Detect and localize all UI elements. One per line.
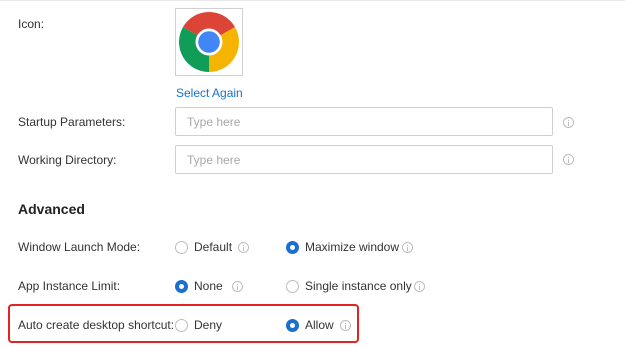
app-instance-limit-label: App Instance Limit: bbox=[18, 279, 121, 293]
working-directory-input[interactable] bbox=[175, 145, 553, 174]
instance-single-radio[interactable] bbox=[286, 280, 299, 293]
launch-maximize-label[interactable]: Maximize window bbox=[305, 240, 399, 254]
launch-maximize-radio[interactable] bbox=[286, 241, 299, 254]
startup-parameters-label: Startup Parameters: bbox=[18, 115, 126, 129]
instance-none-info-icon[interactable] bbox=[232, 281, 243, 292]
shortcut-allow-radio[interactable] bbox=[286, 319, 299, 332]
startup-info-icon[interactable] bbox=[563, 117, 574, 128]
launch-maximize-info-icon[interactable] bbox=[402, 242, 413, 253]
icon-preview[interactable] bbox=[175, 8, 243, 76]
instance-single-label[interactable]: Single instance only bbox=[305, 279, 412, 293]
launch-default-radio[interactable] bbox=[175, 241, 188, 254]
chrome-logo-icon bbox=[179, 12, 239, 72]
launch-default-label[interactable]: Default bbox=[194, 240, 232, 254]
launch-default-info-icon[interactable] bbox=[238, 242, 249, 253]
select-again-link[interactable]: Select Again bbox=[176, 86, 243, 100]
advanced-heading: Advanced bbox=[18, 201, 85, 217]
shortcut-allow-info-icon[interactable] bbox=[340, 320, 351, 331]
shortcut-allow-label[interactable]: Allow bbox=[305, 318, 334, 332]
shortcut-deny-label[interactable]: Deny bbox=[194, 318, 222, 332]
working-directory-info-icon[interactable] bbox=[563, 154, 574, 165]
instance-single-info-icon[interactable] bbox=[414, 281, 425, 292]
instance-none-label[interactable]: None bbox=[194, 279, 223, 293]
icon-label: Icon: bbox=[18, 17, 45, 31]
instance-none-radio[interactable] bbox=[175, 280, 188, 293]
desktop-shortcut-label: Auto create desktop shortcut: bbox=[18, 318, 175, 332]
top-divider bbox=[0, 0, 625, 1]
startup-parameters-input[interactable] bbox=[175, 107, 553, 136]
working-directory-label: Working Directory: bbox=[18, 153, 117, 167]
shortcut-deny-radio[interactable] bbox=[175, 319, 188, 332]
window-launch-mode-label: Window Launch Mode: bbox=[18, 240, 141, 254]
